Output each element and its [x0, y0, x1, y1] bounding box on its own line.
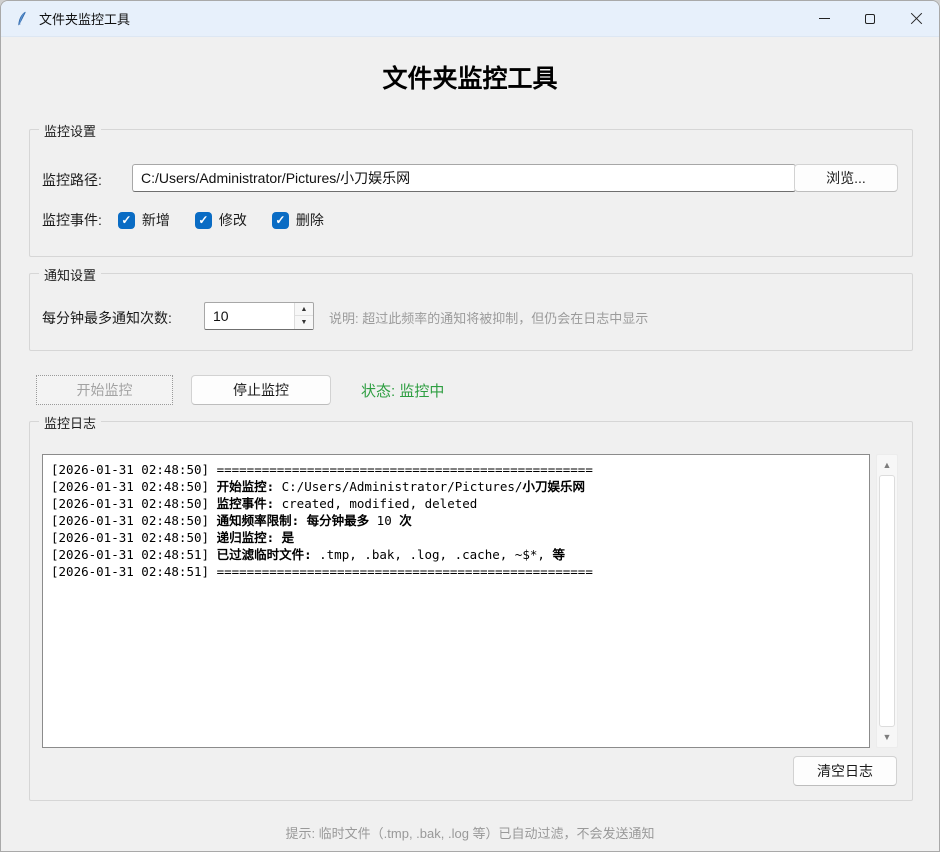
checkbox-label: 删除 — [296, 210, 324, 230]
log-line: [2026-01-31 02:48:50] 递归监控: 是 — [51, 529, 861, 546]
log-line: [2026-01-31 02:48:51] ==================… — [51, 563, 861, 580]
triangle-down-icon: ▼ — [883, 732, 892, 742]
checkbox-checked-icon: ✓ — [195, 212, 212, 229]
monitor-settings-group: 监控设置 监控路径: 浏览... 监控事件: ✓新增✓修改✓删除 — [29, 129, 913, 257]
log-line: [2026-01-31 02:48:50] ==================… — [51, 461, 861, 478]
spinner-buttons: ▲ ▼ — [294, 303, 313, 329]
log-timestamp: [2026-01-31 02:48:50] — [51, 513, 217, 528]
browse-button[interactable]: 浏览... — [794, 164, 898, 192]
log-timestamp: [2026-01-31 02:48:50] — [51, 530, 217, 545]
event-checkbox[interactable]: ✓ 新增 — [118, 210, 170, 230]
scroll-down-button[interactable]: ▼ — [877, 729, 897, 745]
rate-label: 每分钟最多通知次数: — [42, 308, 172, 328]
event-checkbox[interactable]: ✓ 删除 — [272, 210, 324, 230]
triangle-up-icon: ▲ — [883, 460, 892, 470]
maximize-button[interactable] — [847, 1, 893, 36]
log-line: [2026-01-31 02:48:51] 已过滤临时文件: .tmp, .ba… — [51, 546, 861, 563]
log-timestamp: [2026-01-31 02:48:50] — [51, 479, 217, 494]
event-checkbox[interactable]: ✓ 修改 — [195, 210, 247, 230]
close-icon — [910, 12, 923, 25]
log-line: [2026-01-31 02:48:50] 开始监控: C:/Users/Adm… — [51, 478, 861, 495]
path-input[interactable] — [132, 164, 796, 192]
footer-hint: 提示: 临时文件（.tmp, .bak, .log 等）已自动过滤，不会发送通知 — [1, 823, 939, 842]
spin-down-button[interactable]: ▼ — [295, 316, 313, 329]
log-timestamp: [2026-01-31 02:48:51] — [51, 547, 217, 562]
minimize-icon — [819, 18, 830, 19]
page-title: 文件夹监控工具 — [1, 59, 939, 95]
log-group: 监控日志 [2026-01-31 02:48:50] =============… — [29, 421, 913, 801]
minimize-button[interactable] — [801, 1, 847, 36]
start-monitor-button[interactable]: 开始监控 — [36, 375, 173, 405]
rate-hint: 说明: 超过此频率的通知将被抑制，但仍会在日志中显示 — [329, 308, 648, 327]
window-controls — [801, 1, 939, 36]
checkbox-checked-icon: ✓ — [118, 212, 135, 229]
app-window: 文件夹监控工具 文件夹监控工具 监控设置 监控路径: 浏览... 监控事件: ✓… — [0, 0, 940, 852]
spin-up-button[interactable]: ▲ — [295, 303, 313, 316]
log-group-title: 监控日志 — [39, 413, 101, 432]
checkbox-checked-icon: ✓ — [272, 212, 289, 229]
log-timestamp: [2026-01-31 02:48:50] — [51, 462, 217, 477]
checkbox-label: 新增 — [142, 210, 170, 230]
checkbox-label: 修改 — [219, 210, 247, 230]
events-label: 监控事件: — [42, 210, 102, 230]
log-timestamp: [2026-01-31 02:48:51] — [51, 564, 217, 579]
monitor-settings-title: 监控设置 — [39, 121, 101, 140]
path-label: 监控路径: — [42, 170, 102, 190]
python-feather-icon — [14, 11, 30, 27]
chevron-down-icon: ▼ — [301, 319, 308, 326]
log-line: [2026-01-31 02:48:50] 监控事件: created, mod… — [51, 495, 861, 512]
titlebar: 文件夹监控工具 — [1, 1, 939, 37]
controls-row: 开始监控 停止监控 状态: 监控中 — [36, 375, 444, 405]
log-timestamp: [2026-01-31 02:48:50] — [51, 496, 217, 511]
maximize-icon — [865, 14, 875, 24]
rate-spinbox[interactable]: 10 ▲ ▼ — [204, 302, 314, 330]
log-scrollbar[interactable]: ▲ ▼ — [876, 454, 898, 748]
clear-log-button[interactable]: 清空日志 — [793, 756, 897, 786]
rate-row: 每分钟最多通知次数: 10 ▲ ▼ 说明: 超过此频率的通知将被抑制，但仍会在日… — [42, 302, 898, 330]
path-row: 监控路径: 浏览... — [42, 164, 898, 192]
notification-settings-title: 通知设置 — [39, 265, 101, 284]
window-title: 文件夹监控工具 — [39, 9, 130, 28]
notification-settings-group: 通知设置 每分钟最多通知次数: 10 ▲ ▼ 说明: 超过此频率的通知将被抑制，… — [29, 273, 913, 351]
stop-monitor-button[interactable]: 停止监控 — [191, 375, 331, 405]
close-button[interactable] — [893, 1, 939, 36]
status-text: 状态: 监控中 — [361, 380, 444, 401]
scroll-up-button[interactable]: ▲ — [877, 457, 897, 473]
event-checkboxes: ✓ 新增 ✓ 修改 ✓ 删除 — [118, 210, 349, 230]
log-line: [2026-01-31 02:48:50] 通知频率限制: 每分钟最多 10 次 — [51, 512, 861, 529]
scrollbar-thumb[interactable] — [879, 475, 895, 727]
events-row: 监控事件: ✓ 新增 ✓ 修改 ✓ 删除 — [42, 210, 349, 230]
chevron-up-icon: ▲ — [301, 306, 308, 313]
log-text[interactable]: [2026-01-31 02:48:50] ==================… — [42, 454, 870, 748]
rate-value: 10 — [213, 308, 229, 324]
